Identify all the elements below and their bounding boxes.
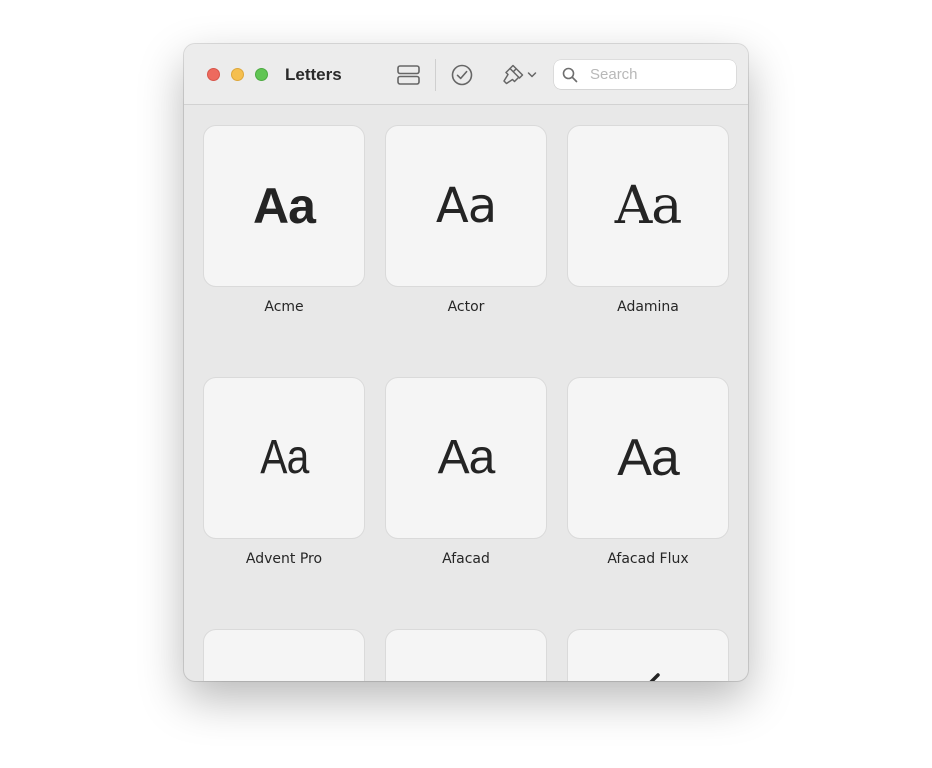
font-name: Afacad (442, 551, 490, 567)
font-preview-card[interactable] (567, 629, 729, 681)
checkmark-circle-icon (451, 64, 473, 86)
font-preview-card[interactable]: Aa (203, 377, 365, 539)
font-preview-card[interactable] (385, 629, 547, 681)
font-name: Acme (264, 299, 304, 315)
search-field[interactable] (554, 60, 736, 89)
font-tile-afacad-flux[interactable]: Aa Afacad Flux (567, 377, 729, 568)
font-tile-partial[interactable] (385, 629, 547, 681)
font-preview-card[interactable] (203, 629, 365, 681)
font-preview-card[interactable]: Aa (385, 125, 547, 287)
font-name: Afacad Flux (607, 551, 689, 567)
font-tile-acme[interactable]: Aa Acme (203, 125, 365, 316)
toolbar-divider (435, 59, 436, 91)
font-tile-partial[interactable] (567, 629, 729, 681)
font-preview-card[interactable]: Aa (567, 125, 729, 287)
font-tile-partial[interactable] (203, 629, 365, 681)
font-grid: Aa Acme Aa Actor Aa Adamina Aa Advent Pr… (184, 105, 748, 681)
paintbrush-icon (503, 64, 524, 85)
font-preview-card[interactable]: Aa (567, 377, 729, 539)
partial-glyph (649, 673, 660, 681)
font-preview-card[interactable]: Aa (203, 125, 365, 287)
font-sample: Aa (259, 431, 309, 484)
font-name: Adamina (617, 299, 679, 315)
search-icon (562, 67, 578, 83)
font-sample: Aa (437, 431, 496, 484)
minimize-button[interactable] (231, 68, 244, 81)
close-button[interactable] (207, 68, 220, 81)
title-bar: Letters (184, 44, 748, 105)
app-window: Letters Search Aa Acme Aa Actor Aa Adami… (184, 44, 748, 681)
font-sample: Aa (617, 429, 680, 487)
font-name: Advent Pro (245, 551, 323, 567)
font-tile-afacad[interactable]: Aa Afacad (385, 377, 547, 568)
font-tile-adamina[interactable]: Aa Adamina (567, 125, 729, 316)
select-button[interactable] (450, 63, 474, 87)
font-preview-card[interactable]: Aa (385, 377, 547, 539)
font-tile-actor[interactable]: Aa Actor (385, 125, 547, 316)
font-tile-advent-pro[interactable]: Aa Advent Pro (203, 377, 365, 568)
font-sample: Aa (435, 178, 497, 234)
chevron-down-icon (527, 72, 537, 78)
style-menu-button[interactable] (497, 63, 541, 87)
font-sample: Aa (253, 178, 316, 234)
window-title: Letters (285, 65, 342, 84)
layout-toggle-button[interactable] (396, 64, 422, 86)
zoom-button[interactable] (255, 68, 268, 81)
font-name: Actor (447, 299, 485, 315)
list-layout-icon (397, 65, 420, 85)
font-sample: Aa (614, 176, 683, 236)
search-input[interactable] (590, 64, 730, 85)
